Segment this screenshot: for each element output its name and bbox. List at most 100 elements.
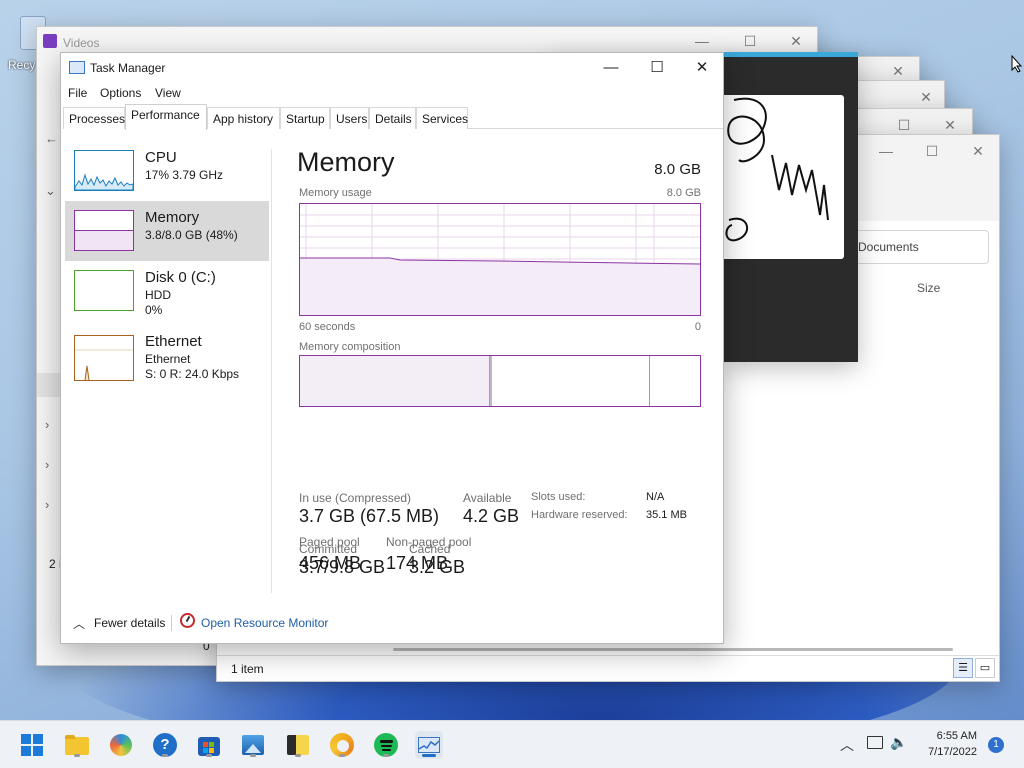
horizontal-scrollbar[interactable] [393,648,953,651]
in-use-label: In use (Compressed) [299,491,412,505]
memory-usage-label: Memory usage [299,187,372,199]
graph-time-right: 0 [694,321,701,333]
scribble-drawing [725,97,829,242]
spotify-icon[interactable] [372,731,400,759]
sidebar-disk-name: Disk 0 (C:) [145,269,216,286]
task-manager-app-icon [69,61,85,74]
available-value: 4.2 GB [463,506,520,526]
close-icon[interactable]: ✕ [903,83,949,111]
notification-badge[interactable]: 1 [988,737,1004,753]
panel-title: Memory [297,147,395,177]
volume-icon[interactable]: 🔈 [890,734,907,751]
start-icon[interactable] [18,731,46,759]
open-resource-monitor-link[interactable]: Open Resource Monitor [201,616,328,630]
chevron-right-icon[interactable]: › [45,457,49,472]
tab-strip: Processes Performance App history Startu… [63,104,723,130]
performance-sidebar: CPU 17% 3.79 GHz Memory 3.8/8.0 GB (48%)… [65,141,270,611]
maximize-button[interactable]: ☐ [634,53,680,83]
non-paged-pool-label: Non-paged pool [386,535,472,549]
title-bar[interactable]: Task Manager — ☐ ✕ [61,53,723,83]
tab-performance[interactable]: Performance [125,104,207,130]
search-box[interactable]: n Documents [837,230,989,264]
tab-startup[interactable]: Startup [280,107,330,129]
task-manager-icon[interactable] [415,731,443,759]
slots-used-value: N/A [646,491,665,503]
sidebar-cpu-name: CPU [145,149,177,166]
close-button[interactable]: ✕ [679,53,725,83]
non-paged-pool-value: 174 MB [386,553,449,573]
memory-usage-max: 8.0 GB [666,187,701,199]
disk-thumbnail-graph [74,270,134,311]
videos-minimize-button[interactable]: — [679,27,725,55]
sidebar-ethernet-name: Ethernet [145,333,202,350]
explorer-maximize-button[interactable]: ☐ [909,137,955,165]
hardware-reserved-label: Hardware reserved: [531,509,628,521]
videos-app-icon [43,34,57,48]
tiles-view-button[interactable]: ▭ [975,658,995,678]
in-use-value: 3.7 GB (67.5 MB) [299,506,440,526]
slots-used-label: Slots used: [531,491,586,503]
tab-users[interactable]: Users [330,107,369,129]
sidebar-memory-stats: 3.8/8.0 GB (48%) [145,228,238,242]
videos-close-button[interactable]: ✕ [773,27,819,55]
drawing-window[interactable] [552,52,858,362]
fewer-details-link[interactable]: Fewer details [94,616,165,630]
sidebar-disk-type: HDD [145,288,171,302]
chevron-up-icon[interactable]: ︿ [73,615,85,632]
sidebar-item-disk[interactable]: Disk 0 (C:) HDD 0% [65,261,269,321]
photos-icon[interactable] [107,731,135,759]
sticky-notes-icon[interactable] [284,731,312,759]
menu-options[interactable]: Options [100,86,141,100]
photos-app-icon[interactable] [239,731,267,759]
footer: ︿ Fewer details Open Resource Monitor [61,607,723,641]
chevron-right-icon[interactable]: › [45,497,49,512]
details-view-button[interactable]: ☰ [953,658,973,678]
tab-processes[interactable]: Processes [63,107,125,129]
explorer-close-button[interactable]: ✕ [955,137,1001,165]
sidebar-item-memory[interactable]: Memory 3.8/8.0 GB (48%) [65,201,269,261]
chevron-down-icon[interactable]: ⌄ [45,183,56,199]
sidebar-item-ethernet[interactable]: Ethernet Ethernet S: 0 R: 24.0 Kbps [65,327,269,387]
explorer-minimize-button[interactable]: — [863,137,909,165]
composition-modified [490,356,492,406]
sidebar-item-cpu[interactable]: CPU 17% 3.79 GHz [65,141,269,201]
tab-services[interactable]: Services [416,107,468,129]
edge-icon[interactable] [328,731,356,759]
sidebar-ethernet-throughput: S: 0 R: 24.0 Kbps [145,367,240,381]
sidebar-divider [271,149,272,593]
menu-view[interactable]: View [155,86,181,100]
videos-maximize-button[interactable]: ☐ [727,27,773,55]
hardware-reserved-value: 35.1 MB [646,509,687,521]
window-title: Task Manager [90,61,166,75]
resource-monitor-icon[interactable] [180,613,195,628]
file-explorer-icon[interactable] [63,731,91,759]
memory-usage-graph [299,203,701,316]
sidebar-cpu-stats: 17% 3.79 GHz [145,168,224,182]
tab-details[interactable]: Details [369,107,416,129]
chevron-right-icon[interactable]: › [45,417,49,432]
memory-composition-bar [299,355,701,407]
cpu-thumbnail-graph [74,150,134,191]
composition-in-use [300,356,490,406]
chevron-up-icon[interactable]: ︿ [840,735,854,755]
sidebar-disk-usage: 0% [145,303,163,317]
footer-separator [171,615,172,631]
column-header-size[interactable]: Size [917,281,940,295]
clock-date[interactable]: 7/17/2022 [918,746,977,758]
task-manager-window[interactable]: Task Manager — ☐ ✕ File Options View Pro… [60,52,724,644]
paged-pool-label: Paged pool [299,535,360,549]
recycle-bin-label: Recy [8,58,36,72]
drawing-canvas[interactable] [724,95,844,259]
clock-time[interactable]: 6:55 AM [918,730,977,742]
network-icon[interactable] [867,736,883,749]
memory-thumbnail-graph [74,210,134,251]
memory-panel: Memory 8.0 GB Memory usage 8.0 GB 60 sec… [297,147,701,587]
menu-file[interactable]: File [68,86,87,100]
tab-app-history[interactable]: App history [207,107,280,129]
get-help-icon[interactable]: ? [151,731,179,759]
memory-composition-label: Memory composition [299,341,401,353]
minimize-button[interactable]: — [588,53,634,83]
nav-selected-item[interactable] [37,373,61,397]
store-icon[interactable] [195,731,223,759]
back-arrow-icon[interactable]: ← [45,131,58,146]
